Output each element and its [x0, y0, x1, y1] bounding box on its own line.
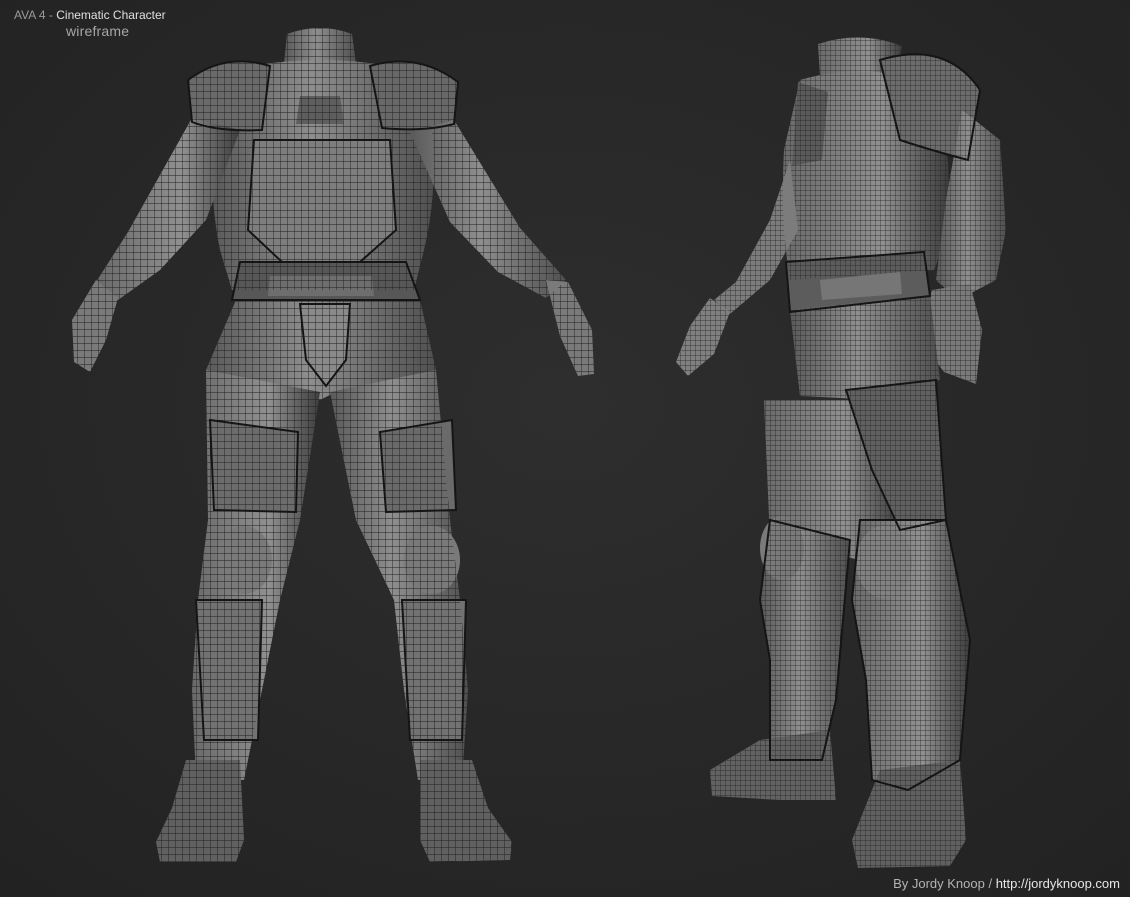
render-canvas: [0, 0, 1130, 897]
page-title: Cinematic Character: [56, 8, 166, 22]
author-credit: By Jordy Knoop: [893, 876, 985, 891]
title-line: AVA 4 - Cinematic Character: [14, 8, 166, 23]
credit-line: By Jordy Knoop / http://jordyknoop.com: [893, 876, 1120, 891]
page-subtitle: wireframe: [66, 23, 130, 39]
title-block: AVA 4 - Cinematic Character wireframe: [14, 8, 166, 40]
website-url: http://jordyknoop.com: [995, 876, 1120, 891]
title-prefix: AVA 4 -: [14, 8, 57, 22]
credit-separator: /: [984, 876, 996, 891]
